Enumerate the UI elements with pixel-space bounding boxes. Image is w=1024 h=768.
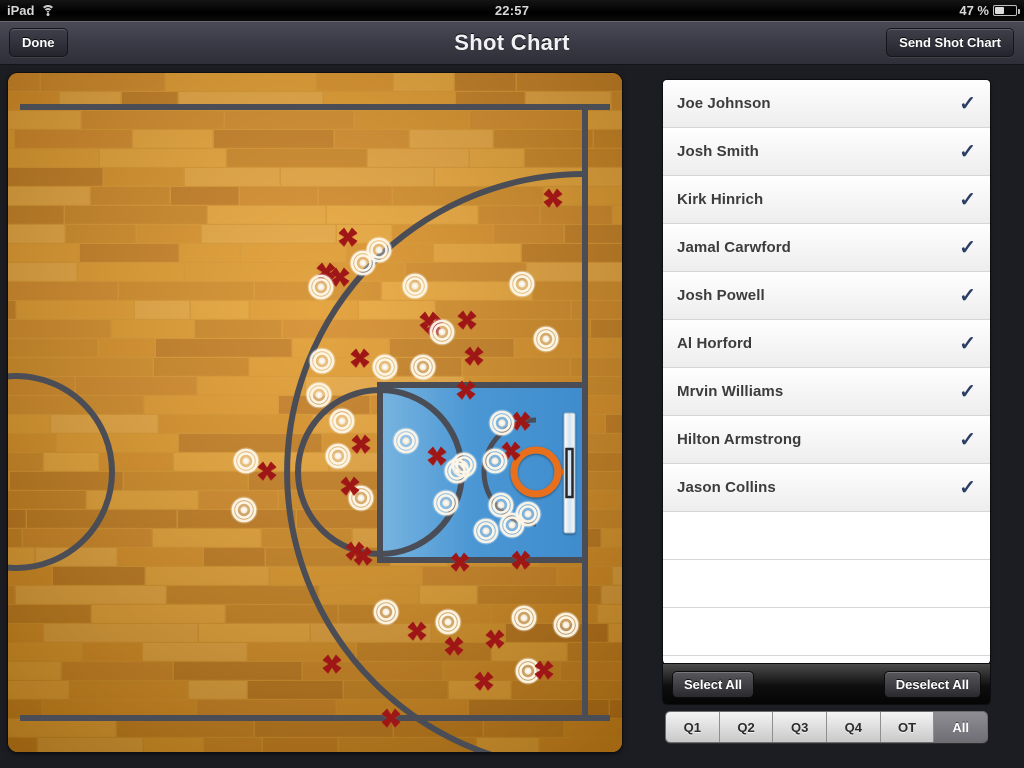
shot-marker-make[interactable] [508,270,536,298]
checkmark-icon: ✓ [959,236,976,259]
shot-marker-make[interactable] [472,517,500,545]
shot-marker-make[interactable] [349,249,377,277]
checkmark-icon: ✓ [959,92,976,115]
shot-marker-make[interactable] [498,511,526,539]
shot-marker-make[interactable] [510,604,538,632]
player-name: Josh Smith [677,143,759,160]
selection-toolbar: Select All Deselect All [663,664,990,704]
status-bar-clock: 22:57 [494,3,530,18]
status-bar: iPad 22:57 47 % [0,0,1024,21]
battery-icon [993,5,1020,16]
player-name: Jason Collins [677,479,776,496]
period-filter-segmented-control[interactable]: Q1 Q2 Q3 Q4 OT All [665,711,988,743]
shot-marker-make[interactable] [434,608,462,636]
checkmark-icon: ✓ [959,476,976,499]
shot-marker-make[interactable] [392,427,420,455]
player-row[interactable]: Hilton Armstrong ✓ [663,416,990,464]
shot-chart-court[interactable] [8,73,622,752]
shot-marker-make[interactable] [532,325,560,353]
shot-marker-make[interactable] [481,447,509,475]
shot-marker-make[interactable] [307,273,335,301]
player-row[interactable]: Kirk Hinrich ✓ [663,176,990,224]
navigation-bar: Done Shot Chart Send Shot Chart [0,21,1024,65]
player-row[interactable]: Joe Johnson ✓ [663,80,990,128]
shot-marker-make[interactable] [324,442,352,470]
checkmark-icon: ✓ [959,284,976,307]
done-button[interactable]: Done [9,28,68,57]
shot-marker-make[interactable] [328,407,356,435]
period-segment-q2[interactable]: Q2 [719,712,774,742]
player-name: Josh Powell [677,287,765,304]
checkmark-icon: ✓ [959,140,976,163]
deselect-all-button[interactable]: Deselect All [883,670,981,698]
player-row-empty [663,608,990,656]
period-segment-q1[interactable]: Q1 [666,712,720,742]
period-segment-q3[interactable]: Q3 [773,712,828,742]
shot-marker-make[interactable] [409,353,437,381]
shot-marker-make[interactable] [230,496,258,524]
shot-marker-make[interactable] [552,611,580,639]
player-row[interactable]: Jason Collins ✓ [663,464,990,512]
shot-marker-make[interactable] [371,353,399,381]
shot-marker-make[interactable] [488,409,516,437]
shot-marker-make[interactable] [443,457,471,485]
player-name: Al Horford [677,335,753,352]
period-segment-all[interactable]: All [934,712,987,742]
player-row-empty [663,512,990,560]
player-row[interactable]: Josh Smith ✓ [663,128,990,176]
select-all-button[interactable]: Select All [672,670,755,698]
player-list[interactable]: Joe Johnson ✓ Josh Smith ✓ Kirk Hinrich ✓ Jama… [663,80,990,664]
court-svg[interactable] [8,73,622,752]
player-row-empty [663,560,990,608]
shot-marker-make[interactable] [305,381,333,409]
player-row[interactable]: Jamal Carwford ✓ [663,224,990,272]
shot-marker-make[interactable] [372,598,400,626]
player-name: Mrvin Williams [677,383,784,400]
period-segment-ot[interactable]: OT [880,712,935,742]
page-title: Shot Chart [454,29,570,55]
shot-marker-make[interactable] [428,318,456,346]
player-name: Kirk Hinrich [677,191,764,208]
shot-marker-make[interactable] [232,447,260,475]
player-row[interactable]: Mrvin Williams ✓ [663,368,990,416]
checkmark-icon: ✓ [959,428,976,451]
checkmark-icon: ✓ [959,332,976,355]
period-segment-q4[interactable]: Q4 [827,712,881,742]
shot-marker-make[interactable] [308,347,336,375]
checkmark-icon: ✓ [959,188,976,211]
player-name: Joe Johnson [677,95,771,112]
player-row[interactable]: Josh Powell ✓ [663,272,990,320]
player-name: Hilton Armstrong [677,431,802,448]
shot-marker-make[interactable] [514,657,542,685]
player-row[interactable]: Al Horford ✓ [663,320,990,368]
shot-marker-make[interactable] [432,489,460,517]
shot-marker-make[interactable] [401,272,429,300]
checkmark-icon: ✓ [959,380,976,403]
player-name: Jamal Carwford [677,239,791,256]
send-shot-chart-button[interactable]: Send Shot Chart [886,28,1014,57]
